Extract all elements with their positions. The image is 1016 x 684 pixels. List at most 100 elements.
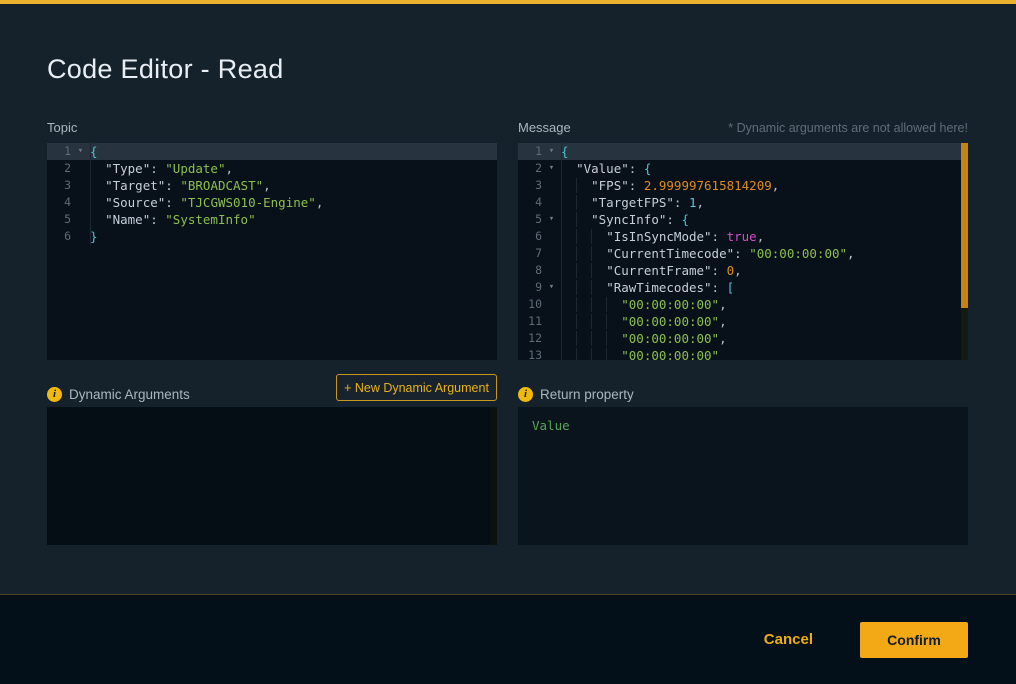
code-line[interactable]: 7 "CurrentTimecode": "00:00:00:00", bbox=[518, 245, 968, 262]
code-line[interactable]: 6 "IsInSyncMode": true, bbox=[518, 228, 968, 245]
fold-spacer bbox=[542, 228, 561, 245]
fold-spacer bbox=[542, 245, 561, 262]
fold-spacer bbox=[542, 177, 561, 194]
code-line[interactable]: 4 "TargetFPS": 1, bbox=[518, 194, 968, 211]
line-gutter: 5 bbox=[47, 211, 90, 228]
line-gutter: 3 bbox=[47, 177, 90, 194]
line-number: 5 bbox=[518, 211, 542, 228]
fold-toggle-icon[interactable]: ▾ bbox=[542, 160, 561, 177]
line-gutter: 1▾ bbox=[518, 143, 561, 160]
code-text: "Type": "Update", bbox=[90, 160, 497, 177]
fold-spacer bbox=[71, 177, 90, 194]
code-line[interactable]: 8 "CurrentFrame": 0, bbox=[518, 262, 968, 279]
code-text: "CurrentFrame": 0, bbox=[561, 262, 968, 279]
line-number: 1 bbox=[47, 143, 71, 160]
fold-spacer bbox=[542, 296, 561, 313]
line-number: 11 bbox=[518, 313, 542, 330]
line-gutter: 10 bbox=[518, 296, 561, 313]
code-line[interactable]: 6} bbox=[47, 228, 497, 245]
cancel-button[interactable]: Cancel bbox=[764, 631, 813, 648]
code-line[interactable]: 4 "Source": "TJCGWS010-Engine", bbox=[47, 194, 497, 211]
code-line[interactable]: 2 "Type": "Update", bbox=[47, 160, 497, 177]
line-number: 3 bbox=[518, 177, 542, 194]
info-icon: i bbox=[47, 387, 62, 402]
info-icon: i bbox=[518, 387, 533, 402]
code-line[interactable]: 3 "FPS": 2.999997615814209, bbox=[518, 177, 968, 194]
fold-spacer bbox=[542, 194, 561, 211]
line-number: 8 bbox=[518, 262, 542, 279]
line-gutter: 1▾ bbox=[47, 143, 90, 160]
fold-spacer bbox=[542, 313, 561, 330]
line-gutter: 5▾ bbox=[518, 211, 561, 228]
fold-toggle-icon[interactable]: ▾ bbox=[542, 279, 561, 296]
code-text: "00:00:00:00", bbox=[561, 313, 968, 330]
code-text: "SyncInfo": { bbox=[561, 211, 968, 228]
code-text: "CurrentTimecode": "00:00:00:00", bbox=[561, 245, 968, 262]
return-property-header: i Return property bbox=[518, 385, 634, 403]
fold-spacer bbox=[71, 211, 90, 228]
code-text: { bbox=[90, 143, 497, 160]
line-gutter: 6 bbox=[518, 228, 561, 245]
code-line[interactable]: 10 "00:00:00:00", bbox=[518, 296, 968, 313]
code-text: "Value": { bbox=[561, 160, 968, 177]
message-scrollbar-track[interactable] bbox=[961, 308, 968, 360]
line-number: 6 bbox=[47, 228, 71, 245]
code-editor-dialog: Code Editor - Read Topic Message * Dynam… bbox=[0, 0, 1016, 684]
dynamic-arguments-scrollbar[interactable] bbox=[490, 407, 497, 545]
dialog-accent-bar bbox=[0, 0, 1016, 4]
dialog-footer: Cancel Confirm bbox=[0, 594, 1016, 684]
code-line[interactable]: 9▾ "RawTimecodes": [ bbox=[518, 279, 968, 296]
confirm-button[interactable]: Confirm bbox=[860, 622, 968, 658]
return-property-field[interactable]: Value bbox=[518, 407, 968, 545]
line-gutter: 7 bbox=[518, 245, 561, 262]
line-gutter: 2 bbox=[47, 160, 90, 177]
code-text: "Target": "BROADCAST", bbox=[90, 177, 497, 194]
fold-toggle-icon[interactable]: ▾ bbox=[542, 143, 561, 160]
line-gutter: 3 bbox=[518, 177, 561, 194]
message-label: Message bbox=[518, 120, 571, 135]
code-text: "RawTimecodes": [ bbox=[561, 279, 968, 296]
topic-code-editor[interactable]: 1▾{2 "Type": "Update",3 "Target": "BROAD… bbox=[47, 143, 497, 360]
code-text: "TargetFPS": 1, bbox=[561, 194, 968, 211]
line-number: 5 bbox=[47, 211, 71, 228]
message-code-editor[interactable]: 1▾{2▾ "Value": {3 "FPS": 2.9999976158142… bbox=[518, 143, 968, 360]
fold-toggle-icon[interactable]: ▾ bbox=[542, 211, 561, 228]
line-gutter: 2▾ bbox=[518, 160, 561, 177]
code-line[interactable]: 1▾{ bbox=[47, 143, 497, 160]
code-line[interactable]: 2▾ "Value": { bbox=[518, 160, 968, 177]
line-number: 12 bbox=[518, 330, 542, 347]
line-number: 13 bbox=[518, 347, 542, 360]
code-text: "IsInSyncMode": true, bbox=[561, 228, 968, 245]
code-line[interactable]: 5 "Name": "SystemInfo" bbox=[47, 211, 497, 228]
code-text: "00:00:00:00", bbox=[561, 330, 968, 347]
line-gutter: 4 bbox=[518, 194, 561, 211]
fold-spacer bbox=[71, 160, 90, 177]
code-line[interactable]: 11 "00:00:00:00", bbox=[518, 313, 968, 330]
line-gutter: 6 bbox=[47, 228, 90, 245]
code-line[interactable]: 12 "00:00:00:00", bbox=[518, 330, 968, 347]
code-line[interactable]: 13 "00:00:00:00" bbox=[518, 347, 968, 360]
code-text: } bbox=[90, 228, 497, 245]
fold-spacer bbox=[542, 262, 561, 279]
code-line[interactable]: 5▾ "SyncInfo": { bbox=[518, 211, 968, 228]
dynamic-arguments-label: Dynamic Arguments bbox=[69, 387, 190, 402]
code-line[interactable]: 3 "Target": "BROADCAST", bbox=[47, 177, 497, 194]
code-line[interactable]: 1▾{ bbox=[518, 143, 968, 160]
new-dynamic-argument-button[interactable]: + New Dynamic Argument bbox=[336, 374, 497, 401]
line-number: 2 bbox=[47, 160, 71, 177]
code-text: "00:00:00:00" bbox=[561, 347, 968, 360]
code-text: "00:00:00:00", bbox=[561, 296, 968, 313]
line-gutter: 12 bbox=[518, 330, 561, 347]
return-property-value: Value bbox=[518, 407, 968, 444]
line-number: 4 bbox=[47, 194, 71, 211]
line-number: 9 bbox=[518, 279, 542, 296]
fold-spacer bbox=[71, 194, 90, 211]
code-text: "FPS": 2.999997615814209, bbox=[561, 177, 968, 194]
fold-toggle-icon[interactable]: ▾ bbox=[71, 143, 90, 160]
dynamic-arguments-panel bbox=[47, 407, 497, 545]
dynamic-args-warning: * Dynamic arguments are not allowed here… bbox=[728, 121, 968, 135]
line-number: 6 bbox=[518, 228, 542, 245]
line-number: 2 bbox=[518, 160, 542, 177]
return-property-label: Return property bbox=[540, 387, 634, 402]
message-scrollbar-thumb[interactable] bbox=[961, 143, 968, 308]
